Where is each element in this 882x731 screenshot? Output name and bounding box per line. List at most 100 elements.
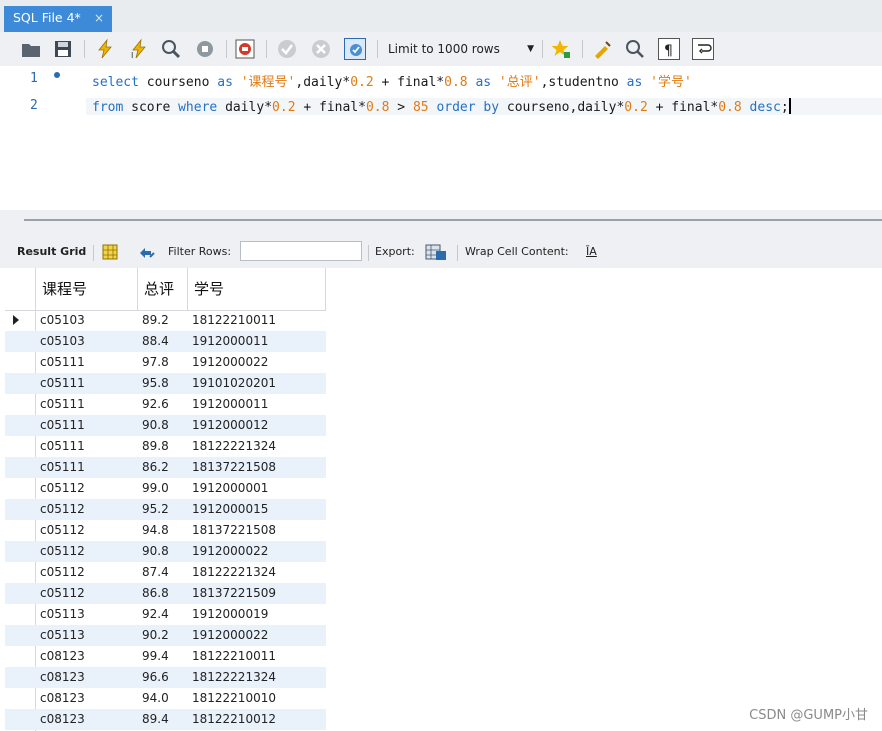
table-cell[interactable]: 18122210012 bbox=[188, 709, 326, 730]
tab-sql-file[interactable]: SQL File 4* × bbox=[4, 6, 112, 32]
table-cell[interactable]: 19101020201 bbox=[188, 373, 326, 394]
autocommit-icon[interactable] bbox=[344, 38, 366, 60]
table-cell[interactable]: c08123 bbox=[36, 709, 138, 730]
table-cell[interactable]: 1912000019 bbox=[188, 604, 326, 625]
table-row[interactable]: c05112 95.2 1912000015 bbox=[5, 499, 326, 520]
table-cell[interactable]: c05112 bbox=[36, 520, 138, 541]
wrap-cell-toggle-icon[interactable]: ĪA bbox=[586, 245, 597, 258]
table-cell[interactable]: 1912000022 bbox=[188, 625, 326, 646]
grid-view-icon[interactable] bbox=[102, 244, 118, 264]
export-icon[interactable] bbox=[425, 243, 447, 265]
table-row[interactable]: c08123 94.0 18122210010 bbox=[5, 688, 326, 709]
table-cell[interactable]: 90.2 bbox=[138, 625, 188, 646]
limit-rows-dropdown[interactable]: Limit to 1000 rows ▼ bbox=[384, 38, 540, 60]
table-row[interactable]: c05111 97.8 1912000022 bbox=[5, 352, 326, 373]
table-cell[interactable]: c05112 bbox=[36, 541, 138, 562]
table-cell[interactable]: 18122210011 bbox=[188, 646, 326, 667]
table-cell[interactable]: c05111 bbox=[36, 373, 138, 394]
table-row[interactable]: c08123 89.4 18122210012 bbox=[5, 709, 326, 730]
stop-on-error-icon[interactable] bbox=[234, 38, 256, 60]
table-cell[interactable]: 94.0 bbox=[138, 688, 188, 709]
table-cell[interactable]: 89.4 bbox=[138, 709, 188, 730]
find-icon[interactable] bbox=[624, 38, 646, 60]
table-cell[interactable]: 99.0 bbox=[138, 478, 188, 499]
invisible-chars-icon[interactable]: ¶ bbox=[658, 38, 680, 60]
table-cell[interactable]: 18122221324 bbox=[188, 562, 326, 583]
table-cell[interactable]: 1912000015 bbox=[188, 499, 326, 520]
panel-splitter[interactable] bbox=[0, 210, 882, 236]
commit-icon[interactable] bbox=[276, 38, 298, 60]
add-snippet-icon[interactable] bbox=[550, 38, 572, 60]
table-row[interactable]: c05111 86.2 18137221508 bbox=[5, 457, 326, 478]
table-cell[interactable]: 1912000022 bbox=[188, 541, 326, 562]
tab-close-icon[interactable]: × bbox=[94, 6, 104, 30]
table-row[interactable]: c05111 89.8 18122221324 bbox=[5, 436, 326, 457]
table-cell[interactable]: 95.2 bbox=[138, 499, 188, 520]
table-row[interactable]: c05112 99.0 1912000001 bbox=[5, 478, 326, 499]
table-cell[interactable]: c05112 bbox=[36, 583, 138, 604]
table-cell[interactable]: c05103 bbox=[36, 310, 138, 331]
table-cell[interactable]: c05112 bbox=[36, 478, 138, 499]
table-cell[interactable]: 92.6 bbox=[138, 394, 188, 415]
table-cell[interactable]: 18122221324 bbox=[188, 436, 326, 457]
table-cell[interactable]: 89.8 bbox=[138, 436, 188, 457]
table-cell[interactable]: c05111 bbox=[36, 436, 138, 457]
table-row[interactable]: c05113 92.4 1912000019 bbox=[5, 604, 326, 625]
table-cell[interactable]: c05112 bbox=[36, 499, 138, 520]
folder-open-icon[interactable] bbox=[20, 38, 42, 60]
table-cell[interactable]: 90.8 bbox=[138, 415, 188, 436]
table-cell[interactable]: c08123 bbox=[36, 667, 138, 688]
table-cell[interactable]: 92.4 bbox=[138, 604, 188, 625]
table-row[interactable]: c05111 90.8 1912000012 bbox=[5, 415, 326, 436]
table-cell[interactable]: c05111 bbox=[36, 457, 138, 478]
beautify-icon[interactable] bbox=[592, 38, 614, 60]
refresh-icon[interactable] bbox=[138, 245, 156, 264]
table-cell[interactable]: 18122210011 bbox=[188, 310, 326, 331]
table-row[interactable]: c05111 95.8 19101020201 bbox=[5, 373, 326, 394]
table-cell[interactable]: 94.8 bbox=[138, 520, 188, 541]
table-row[interactable]: c08123 99.4 18122210011 bbox=[5, 646, 326, 667]
table-cell[interactable]: c05103 bbox=[36, 331, 138, 352]
code-line-1[interactable]: select courseno as '课程号',daily*0.2 + fin… bbox=[92, 71, 692, 90]
table-cell[interactable]: c05113 bbox=[36, 625, 138, 646]
rollback-icon[interactable] bbox=[310, 38, 332, 60]
column-header[interactable]: 课程号 bbox=[36, 268, 138, 310]
table-cell[interactable]: 86.2 bbox=[138, 457, 188, 478]
table-row[interactable]: c05103 88.4 1912000011 bbox=[5, 331, 326, 352]
table-row[interactable]: c05112 87.4 18122221324 bbox=[5, 562, 326, 583]
table-cell[interactable]: c05111 bbox=[36, 394, 138, 415]
table-cell[interactable]: 18122210010 bbox=[188, 688, 326, 709]
table-cell[interactable]: 1912000001 bbox=[188, 478, 326, 499]
table-cell[interactable]: c05112 bbox=[36, 562, 138, 583]
table-cell[interactable]: c05111 bbox=[36, 415, 138, 436]
table-row[interactable]: c08123 96.6 18122221324 bbox=[5, 667, 326, 688]
code-line-2[interactable]: from score where daily*0.2 + final*0.8 >… bbox=[86, 98, 882, 115]
column-header[interactable]: 总评 bbox=[138, 268, 188, 310]
table-cell[interactable]: 18137221509 bbox=[188, 583, 326, 604]
table-cell[interactable]: 1912000011 bbox=[188, 394, 326, 415]
table-row[interactable]: c05113 90.2 1912000022 bbox=[5, 625, 326, 646]
execute-icon[interactable] bbox=[94, 38, 116, 60]
explain-icon[interactable] bbox=[160, 38, 182, 60]
table-cell[interactable]: 99.4 bbox=[138, 646, 188, 667]
save-icon[interactable] bbox=[52, 38, 74, 60]
table-cell[interactable]: 88.4 bbox=[138, 331, 188, 352]
table-cell[interactable]: c05113 bbox=[36, 604, 138, 625]
table-cell[interactable]: 90.8 bbox=[138, 541, 188, 562]
table-cell[interactable]: c08123 bbox=[36, 688, 138, 709]
table-cell[interactable]: 1912000011 bbox=[188, 331, 326, 352]
table-cell[interactable]: 1912000022 bbox=[188, 352, 326, 373]
table-cell[interactable]: 89.2 bbox=[138, 310, 188, 331]
table-cell[interactable]: 18137221508 bbox=[188, 457, 326, 478]
sql-editor[interactable]: 1 2 select courseno as '课程号',daily*0.2 +… bbox=[0, 66, 882, 210]
result-grid-tab[interactable]: Result Grid bbox=[17, 245, 86, 258]
wrap-icon[interactable] bbox=[692, 38, 714, 60]
table-cell[interactable]: 1912000012 bbox=[188, 415, 326, 436]
table-cell[interactable]: 95.8 bbox=[138, 373, 188, 394]
table-cell[interactable]: 86.8 bbox=[138, 583, 188, 604]
stop-icon[interactable] bbox=[194, 38, 216, 60]
table-cell[interactable]: 97.8 bbox=[138, 352, 188, 373]
table-row[interactable]: c05103 89.2 18122210011 bbox=[5, 310, 326, 331]
table-row[interactable]: c05112 94.8 18137221508 bbox=[5, 520, 326, 541]
table-row[interactable]: c05112 90.8 1912000022 bbox=[5, 541, 326, 562]
